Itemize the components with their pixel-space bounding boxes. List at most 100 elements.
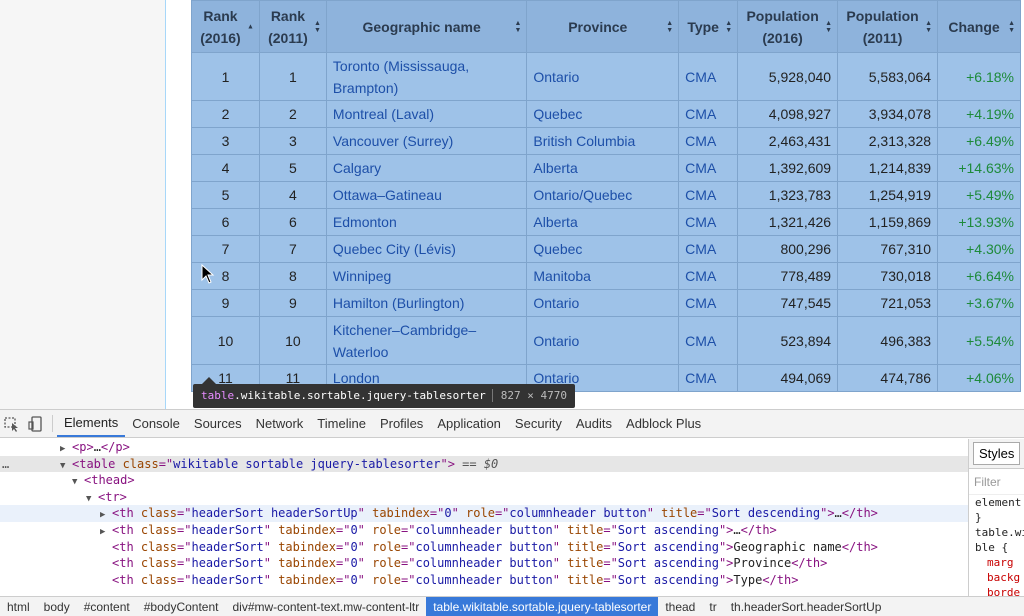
- dom-tree[interactable]: ▶ <p>…</p> … ▼ <table class="wikitable sort…: [0, 439, 968, 597]
- province-link[interactable]: British Columbia: [526, 127, 680, 155]
- type-link[interactable]: CMA: [678, 316, 739, 365]
- population-2011-cell: 5,583,064: [837, 52, 939, 101]
- province-link[interactable]: Manitoba: [526, 262, 680, 290]
- rank-2011-cell: 2: [258, 100, 327, 128]
- geographic-name-link[interactable]: Hamilton (Burlington): [325, 289, 528, 317]
- rank-2016-cell: 7: [191, 235, 260, 263]
- geographic-name-link[interactable]: Montreal (Laval): [325, 100, 528, 128]
- style-rule-line: element: [975, 496, 1022, 509]
- dom-node-th[interactable]: <th class="headerSort" tabindex="0" role…: [0, 539, 968, 556]
- style-rule-line: backg: [987, 571, 1021, 584]
- device-toolbar-icon[interactable]: [24, 410, 48, 437]
- change-cell: +4.06%: [937, 364, 1021, 392]
- tab-console[interactable]: Console: [125, 410, 187, 437]
- province-link[interactable]: Quebec: [526, 235, 680, 263]
- type-link[interactable]: CMA: [678, 127, 739, 155]
- column-header[interactable]: Province ▲ ▼: [526, 0, 680, 53]
- city-suburbs: (Laval): [387, 106, 435, 122]
- city-name: Vancouver: [332, 133, 399, 149]
- breadcrumb-item[interactable]: th.headerSort.headerSortUp: [724, 597, 889, 616]
- inspect-element-icon[interactable]: [0, 410, 24, 437]
- dom-node-th[interactable]: <th class="headerSort" tabindex="0" role…: [0, 555, 968, 572]
- geographic-name-link[interactable]: Quebec City (Lévis): [325, 235, 528, 263]
- dom-node-th[interactable]: <th class="headerSort" tabindex="0" role…: [0, 572, 968, 589]
- type-link[interactable]: CMA: [678, 208, 739, 236]
- population-2016-cell: 5,928,040: [737, 52, 839, 101]
- column-header[interactable]: Population (2011) ▲ ▼: [837, 0, 939, 53]
- sidebar-strip: [0, 0, 166, 409]
- style-rule-line: table.wi: [975, 526, 1024, 539]
- geographic-name-link[interactable]: Edmonton: [325, 208, 528, 236]
- population-2016-cell: 1,321,426: [737, 208, 839, 236]
- dom-node-th[interactable]: ▶ <th class="headerSort" tabindex="0" rol…: [0, 522, 968, 539]
- column-header-label: (2011): [268, 29, 308, 46]
- geographic-name-link[interactable]: Calgary: [325, 154, 528, 182]
- type-link[interactable]: CMA: [678, 154, 739, 182]
- geographic-name-link[interactable]: Toronto (Mississauga, Brampton): [325, 52, 528, 101]
- column-header[interactable]: Rank (2016) ▲: [191, 0, 260, 53]
- tab-security[interactable]: Security: [508, 410, 569, 437]
- change-cell: +3.67%: [937, 289, 1021, 317]
- tab-elements[interactable]: Elements: [57, 410, 126, 437]
- styles-tab[interactable]: Styles: [969, 439, 1024, 469]
- tab-application[interactable]: Application: [430, 410, 508, 437]
- breadcrumb-item[interactable]: html: [0, 597, 37, 616]
- tab-timeline[interactable]: Timeline: [310, 410, 373, 437]
- table-header-row: Rank (2016) ▲ Rank (2011) ▲ ▼ Geographic name ▲ ▼…: [191, 0, 1021, 53]
- tab-audits[interactable]: Audits: [569, 410, 619, 437]
- breadcrumb-item[interactable]: #bodyContent: [137, 597, 226, 616]
- type-link[interactable]: CMA: [678, 181, 739, 209]
- city-suburbs: (Lévis): [409, 241, 456, 257]
- dom-th-lines: ▶ <th class="headerSort headerSortUp" tab…: [0, 505, 968, 588]
- province-link[interactable]: Alberta: [526, 154, 680, 182]
- breadcrumb-item[interactable]: body: [37, 597, 77, 616]
- geographic-name-link[interactable]: Winnipeg: [325, 262, 528, 290]
- rank-2016-cell: 4: [191, 154, 260, 182]
- city-suburbs: (Surrey): [398, 133, 454, 149]
- dom-node-thead[interactable]: ▼ <thead>: [0, 472, 968, 489]
- column-header[interactable]: Geographic name ▲ ▼: [325, 0, 528, 53]
- styles-filter-input[interactable]: Filter: [969, 469, 1024, 495]
- province-link[interactable]: Ontario: [526, 316, 680, 365]
- tab-network[interactable]: Network: [249, 410, 311, 437]
- column-header[interactable]: Type ▲ ▼: [678, 0, 739, 53]
- province-link[interactable]: Quebec: [526, 100, 680, 128]
- tab-sources[interactable]: Sources: [187, 410, 249, 437]
- table-row: 9 9 Hamilton (Burlington) Ontario CMA 747,545…: [191, 289, 1021, 317]
- geographic-name-link[interactable]: Vancouver (Surrey): [325, 127, 528, 155]
- rank-2016-cell: 5: [191, 181, 260, 209]
- population-2011-cell: 3,934,078: [837, 100, 939, 128]
- dom-node-th[interactable]: ▶ <th class="headerSort headerSortUp" tab…: [0, 505, 968, 522]
- dom-node-tr[interactable]: ▼ <tr>: [0, 489, 968, 506]
- dom-node-table[interactable]: … ▼ <table class="wikitable sortable jquer…: [0, 455, 968, 473]
- sort-icon: ▲ ▼: [825, 19, 833, 34]
- type-link[interactable]: CMA: [678, 262, 739, 290]
- province-link[interactable]: Ontario/Quebec: [526, 181, 680, 209]
- tab-adblock-plus[interactable]: Adblock Plus: [619, 410, 708, 437]
- breadcrumb-item[interactable]: thead: [658, 597, 702, 616]
- breadcrumb-item[interactable]: tr: [702, 597, 723, 616]
- province-link[interactable]: Ontario: [526, 289, 680, 317]
- page-content: Rank (2016) ▲ Rank (2011) ▲ ▼ Geographic name ▲ ▼…: [0, 0, 1024, 409]
- type-link[interactable]: CMA: [678, 364, 739, 392]
- devtools-toolbar: Elements Console Sources Network Timeline Pro…: [0, 410, 1024, 438]
- type-link[interactable]: CMA: [678, 52, 739, 101]
- tab-profiles[interactable]: Profiles: [373, 410, 430, 437]
- type-link[interactable]: CMA: [678, 100, 739, 128]
- type-link[interactable]: CMA: [678, 235, 739, 263]
- column-header[interactable]: Population (2016) ▲ ▼: [737, 0, 839, 53]
- sort-icon: ▲ ▼: [1008, 19, 1015, 34]
- type-link[interactable]: CMA: [678, 289, 739, 317]
- column-header[interactable]: Change ▲ ▼: [937, 0, 1021, 53]
- tooltip-size: 827 × 4770: [491, 389, 568, 402]
- breadcrumb-item[interactable]: table.wikitable.sortable.jquery-tablesor…: [426, 597, 659, 616]
- breadcrumb-item[interactable]: div#mw-content-text.mw-content-ltr: [225, 597, 426, 616]
- geographic-name-link[interactable]: Kitchener–Cambridge–Waterloo: [325, 316, 528, 365]
- population-2016-cell: 1,323,783: [737, 181, 839, 209]
- dom-node-p[interactable]: ▶ <p>…</p>: [0, 439, 968, 456]
- breadcrumb-item[interactable]: #content: [77, 597, 137, 616]
- geographic-name-link[interactable]: Ottawa–Gatineau: [325, 181, 528, 209]
- province-link[interactable]: Ontario: [526, 52, 680, 101]
- column-header[interactable]: Rank (2011) ▲ ▼: [258, 0, 327, 53]
- province-link[interactable]: Alberta: [526, 208, 680, 236]
